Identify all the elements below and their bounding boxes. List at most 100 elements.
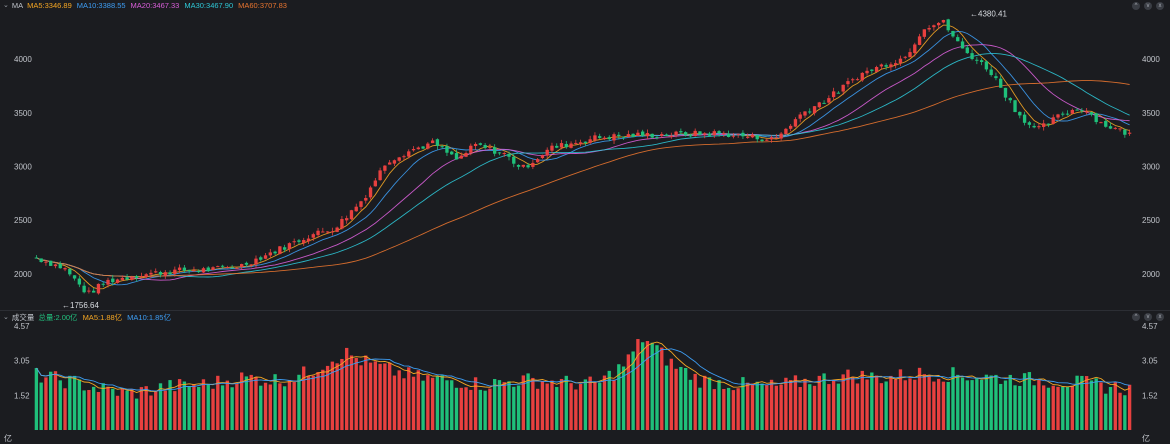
candle-body <box>77 278 82 285</box>
volume-bar <box>784 377 788 430</box>
candle-body <box>865 70 869 74</box>
candle-body <box>473 144 478 147</box>
candle-body <box>836 92 841 94</box>
candle-body <box>39 258 43 262</box>
candle-body <box>726 134 731 137</box>
volume-bar <box>378 363 382 430</box>
volume-tick-label-left: 1.52 <box>14 391 30 400</box>
volume-bar <box>894 379 898 430</box>
price-tick-label-left: 3000 <box>14 162 32 171</box>
volume-bar <box>994 374 998 430</box>
candle-body <box>645 133 650 137</box>
ma-line-ma10 <box>36 30 1130 286</box>
stock-chart[interactable]: 2000 2500 3000 3500 4000 2000 2500 3000 3500 400… <box>0 0 1170 444</box>
volume-bar <box>1027 372 1032 430</box>
candle-body <box>311 234 315 238</box>
candle-body <box>182 267 187 271</box>
volume-bar <box>478 389 483 430</box>
candle-body <box>760 139 764 142</box>
volume-bar <box>598 382 602 430</box>
candle-body <box>469 145 473 153</box>
candle-body <box>287 243 292 250</box>
candle-body <box>197 271 201 273</box>
candle-body <box>564 143 568 148</box>
price-y-axis-right: 2000 2500 3000 3500 4000 <box>1142 55 1160 279</box>
volume-tick-label-left: 4.57 <box>14 322 30 331</box>
candle-body <box>970 53 974 60</box>
candle-body <box>769 137 774 140</box>
volume-bar <box>192 384 196 430</box>
volume-bar <box>459 387 463 430</box>
volume-bar <box>1099 382 1103 430</box>
volume-bar <box>851 376 855 430</box>
candle-body <box>879 64 884 67</box>
candle-body <box>559 143 564 148</box>
candle-body <box>607 137 611 140</box>
candle-body <box>989 69 993 76</box>
volume-bar <box>220 385 225 430</box>
volume-bar <box>989 375 993 430</box>
candle-body <box>827 98 831 103</box>
volume-bar <box>1018 385 1022 430</box>
volume-bar <box>889 375 893 430</box>
candle-body <box>483 144 487 148</box>
volume-bar <box>769 379 774 430</box>
candle-body <box>282 247 287 250</box>
candle-body <box>464 153 468 157</box>
volume-bar <box>669 358 673 430</box>
candle-body <box>598 136 602 138</box>
candle-body <box>82 285 86 293</box>
candle-body <box>1075 109 1079 111</box>
volume-tick-label-right: 3.05 <box>1142 357 1158 366</box>
candle-body <box>650 133 654 138</box>
candle-body <box>889 64 893 68</box>
volume-bar <box>717 380 721 430</box>
volume-bar <box>512 386 516 430</box>
candle-body <box>1070 109 1074 114</box>
candle-body <box>1061 113 1065 115</box>
candle-body <box>335 227 339 232</box>
candle-body <box>593 135 597 141</box>
volume-bar <box>879 383 884 430</box>
volume-bar <box>297 374 301 430</box>
candle-body <box>34 257 39 259</box>
volume-bar <box>688 379 693 430</box>
candle-body <box>741 132 745 137</box>
candle-body <box>1046 123 1051 125</box>
candle-body <box>631 133 635 138</box>
volume-bar <box>927 375 931 430</box>
candle-body <box>583 141 588 143</box>
volume-bar <box>273 374 277 430</box>
moving-average-lines <box>36 24 1130 290</box>
volume-bar <box>72 375 77 430</box>
volume-bar <box>932 381 936 430</box>
volume-bar <box>645 341 650 430</box>
volume-bar <box>808 384 812 430</box>
candle-body <box>158 272 163 275</box>
volume-bar <box>364 355 368 430</box>
volume-bar <box>1061 386 1065 430</box>
candle-body <box>58 263 62 269</box>
candle-body <box>130 277 134 280</box>
candle-body <box>913 44 917 54</box>
low-annotation: ←1756.64 <box>62 301 99 310</box>
candle-body <box>302 240 306 244</box>
candle-body <box>435 139 440 146</box>
volume-bar <box>407 367 411 430</box>
volume-bar <box>664 365 669 430</box>
candle-body <box>493 147 497 154</box>
volume-bar <box>1094 378 1098 430</box>
volume-bar <box>111 388 115 430</box>
volume-bar <box>793 375 798 430</box>
candle-body <box>111 278 115 283</box>
candle-body <box>679 131 683 133</box>
candle-body <box>965 47 969 54</box>
candle-body <box>750 134 755 138</box>
candle-body <box>87 290 91 292</box>
candle-body <box>440 146 444 148</box>
volume-bar <box>831 380 836 430</box>
volume-bar <box>788 380 793 430</box>
volume-bar <box>970 380 974 430</box>
candle-body <box>512 156 516 164</box>
volume-bar <box>268 384 272 430</box>
